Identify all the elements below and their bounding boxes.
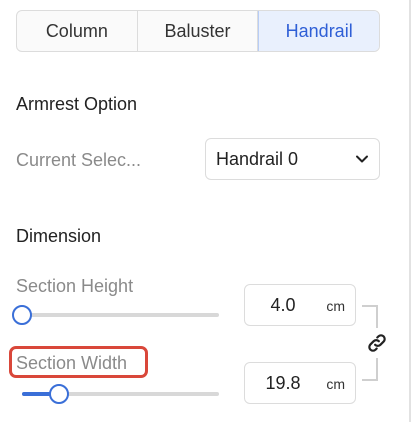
armrest-option-heading: Armrest Option <box>16 94 138 114</box>
aspect-link-button[interactable] <box>362 328 392 358</box>
section-height-label: Section Height <box>16 276 134 296</box>
section-width-slider[interactable] <box>16 383 219 405</box>
slider-track <box>22 313 219 317</box>
tab-column[interactable]: Column <box>17 11 138 51</box>
section-width-unit: cm <box>326 376 345 392</box>
dimension-heading: Dimension <box>16 226 102 246</box>
section-width-value: 19.8 <box>265 373 301 393</box>
section-width-highlight <box>9 346 148 378</box>
section-height-field[interactable]: 4.0 cm <box>244 284 356 326</box>
slider-thumb[interactable] <box>49 384 70 404</box>
tab-baluster[interactable]: Baluster <box>138 11 259 51</box>
tab-handrail[interactable]: Handrail <box>258 11 379 51</box>
section-height-slider[interactable] <box>12 304 219 326</box>
section-height-unit: cm <box>326 298 345 314</box>
handrail-settings-panel: Column Baluster Handrail Armrest Option … <box>0 0 411 422</box>
current-selection-label: Current Selec... <box>16 150 142 170</box>
slider-thumb[interactable] <box>12 305 32 325</box>
armrest-select-value: Handrail 0 <box>216 148 299 169</box>
category-tabs: Column Baluster Handrail <box>16 10 380 52</box>
section-width-field[interactable]: 19.8 cm <box>244 362 356 404</box>
chevron-down-icon <box>356 155 368 163</box>
section-height-value: 4.0 <box>270 295 296 315</box>
link-icon <box>368 334 386 352</box>
armrest-select[interactable]: Handrail 0 <box>205 138 380 180</box>
